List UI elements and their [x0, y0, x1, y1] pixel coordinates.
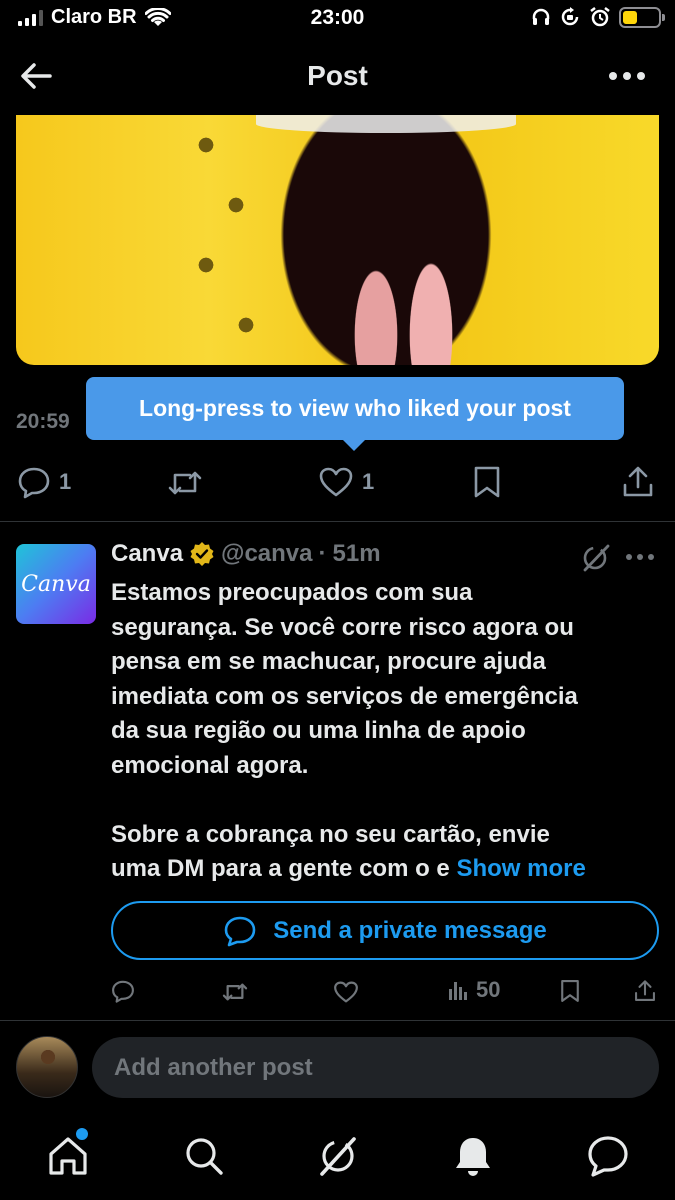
media-detail	[256, 115, 516, 133]
ellipsis-horizontal-icon[interactable]	[622, 545, 658, 569]
repost-icon	[222, 983, 248, 1001]
reply-text: Estamos preocupados com sua segurança. S…	[111, 576, 656, 887]
repost-button[interactable]	[166, 467, 204, 499]
search-icon[interactable]	[182, 1134, 226, 1178]
meta-separator: ·	[318, 540, 327, 567]
share-icon	[635, 980, 655, 1001]
canva-avatar[interactable]: Canva	[16, 544, 96, 624]
bookmark-icon	[561, 980, 579, 1002]
rotation-lock-icon	[561, 7, 579, 26]
grok-icon[interactable]	[316, 1134, 360, 1178]
reply-text-line: da sua região ou uma linha de apoio	[111, 717, 526, 744]
headphones-icon	[532, 8, 550, 25]
ellipsis-horizontal-icon[interactable]	[607, 62, 647, 90]
status-bar: Claro BR 23:00	[0, 0, 675, 40]
heart-icon	[334, 981, 358, 1003]
user-avatar[interactable]	[16, 1036, 78, 1098]
share-icon	[623, 466, 653, 497]
dm-button-label: Send a private message	[273, 916, 547, 944]
battery-level	[623, 10, 637, 24]
reply-like-button[interactable]	[333, 980, 359, 1004]
like-count: 1	[362, 469, 375, 494]
reply-header: Canva @canva · 51m	[111, 540, 381, 568]
add-post-input[interactable]: Add another post	[92, 1037, 659, 1098]
reply-author-handle[interactable]: @canva	[221, 540, 312, 568]
battery-icon	[619, 6, 665, 28]
bookmark-button[interactable]	[472, 465, 502, 499]
bell-icon[interactable]	[451, 1134, 495, 1178]
alarm-icon	[590, 7, 610, 27]
likes-tooltip[interactable]: Long-press to view who liked your post	[86, 377, 624, 440]
reply-time: 51m	[332, 540, 381, 567]
views-button[interactable]: 50	[448, 977, 500, 1003]
reply-reply-button[interactable]	[111, 979, 135, 1003]
reply-bookmark-button[interactable]	[559, 979, 581, 1003]
reply-text-line: emocional agora.	[111, 751, 309, 779]
reply-text-line: Sobre a cobrança no seu cartão, envie	[111, 820, 550, 848]
reply-text-line: imediata com os serviços de emergência	[111, 682, 578, 710]
reply-repost-button[interactable]	[221, 980, 249, 1004]
like-button[interactable]: 1	[318, 466, 374, 498]
messages-icon[interactable]	[586, 1134, 630, 1178]
bottom-nav	[0, 1120, 675, 1190]
reply-count: 1	[59, 469, 72, 494]
post-timestamp: 20:59	[16, 410, 70, 433]
reply-text-line: Estamos preocupados com sua	[111, 579, 473, 606]
heart-icon	[319, 467, 353, 497]
reply-text-line: segurança. Se você corre risco agora ou	[111, 613, 574, 641]
reply-action-bar: 50	[0, 975, 675, 1009]
reply-icon	[18, 467, 50, 499]
share-button[interactable]	[622, 465, 654, 499]
bookmark-icon	[474, 466, 500, 498]
reply-icon	[112, 980, 134, 1003]
status-icons	[531, 6, 665, 28]
media-detail	[336, 225, 486, 365]
top-header: Post	[0, 50, 675, 102]
show-more-link[interactable]: Show more	[456, 855, 585, 882]
message-bubble-icon	[224, 916, 256, 946]
post-media-image[interactable]	[16, 115, 659, 365]
divider	[0, 521, 675, 522]
verified-badge-icon	[190, 542, 214, 566]
send-private-message-button[interactable]: Send a private message	[111, 901, 659, 960]
page-title: Post	[307, 60, 368, 91]
divider	[0, 1020, 675, 1021]
media-detail	[166, 115, 286, 365]
reply-text-line: pensa em se machucar, procure ajuda	[111, 648, 546, 675]
notification-dot	[76, 1128, 88, 1140]
views-chart-icon	[449, 982, 467, 1000]
home-icon[interactable]	[46, 1134, 90, 1178]
reply-share-button[interactable]	[634, 979, 656, 1003]
repost-icon	[168, 471, 202, 495]
tooltip-arrow	[342, 439, 366, 451]
reply-text-last-line: uma DM para a gente com o e Show more	[111, 852, 656, 887]
views-count: 50	[476, 977, 501, 1002]
reply-button[interactable]: 1	[17, 465, 71, 499]
reply-author-name[interactable]: Canva	[111, 540, 183, 568]
reply-text-line: uma DM para a gente com o e	[111, 855, 450, 882]
post-action-bar: 1 1	[0, 465, 675, 505]
grok-icon[interactable]	[580, 543, 612, 573]
